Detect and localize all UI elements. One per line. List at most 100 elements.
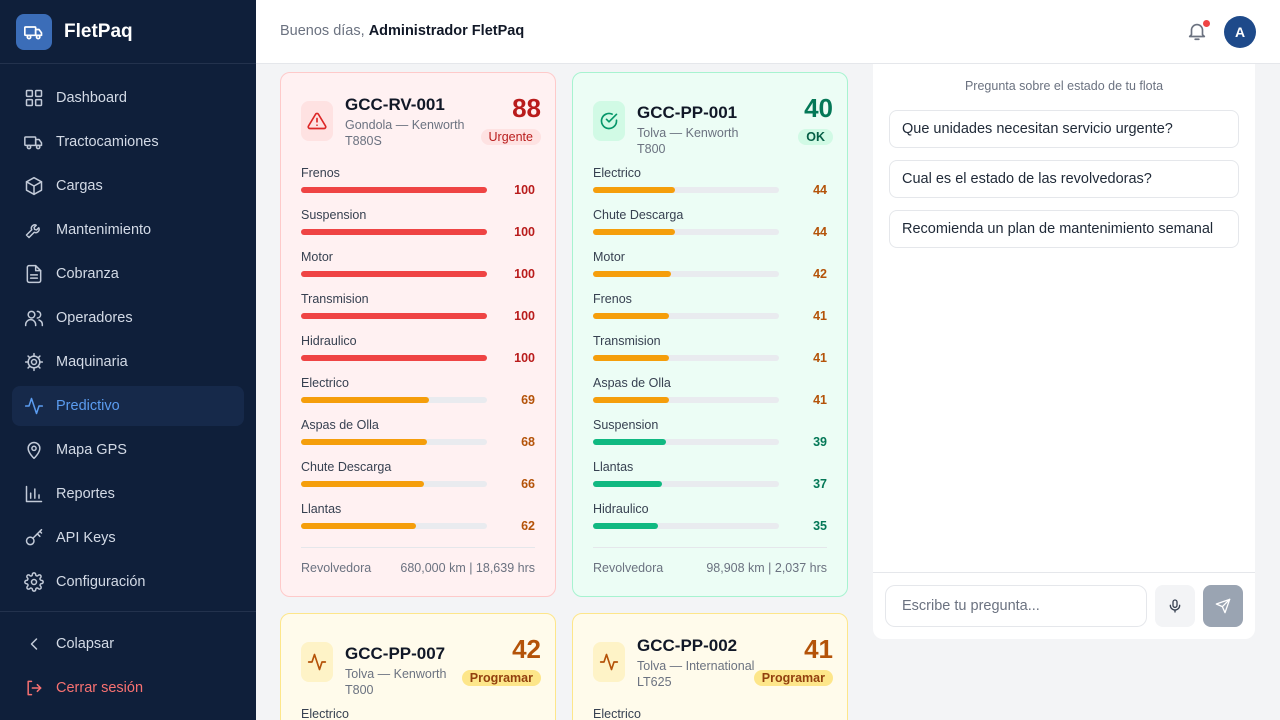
metric-name: Transmision xyxy=(301,292,369,306)
sidebar-item-maquinaria[interactable]: Maquinaria xyxy=(12,342,244,382)
send-icon xyxy=(1215,598,1231,614)
metric-row: Chute Descarga 66 xyxy=(301,460,535,502)
sidebar-item-dashboard[interactable]: Dashboard xyxy=(12,78,244,118)
metric-value: 44 xyxy=(813,225,827,239)
top-header: Buenos días, Administrador FletPaq A xyxy=(256,0,1280,64)
sidebar-item-mapa-gps[interactable]: Mapa GPS xyxy=(12,430,244,470)
metric-bar-fill xyxy=(593,355,670,361)
suggestion-button[interactable]: Cual es el estado de las revolvedoras? xyxy=(889,160,1239,198)
activity-icon xyxy=(301,642,333,682)
metric-name: Llantas xyxy=(593,460,634,474)
mic-icon xyxy=(1169,599,1181,613)
notification-dot xyxy=(1203,20,1210,27)
metric-bar-track xyxy=(593,313,779,319)
metric-bar-fill xyxy=(301,481,424,487)
sidebar-item-api-keys[interactable]: API Keys xyxy=(12,518,244,558)
metric-value: 69 xyxy=(521,393,535,407)
unit-card[interactable]: GCC-PP-007 Tolva — Kenworth T800 42 Program… xyxy=(280,613,556,720)
metric-bar-track xyxy=(301,271,487,277)
unit-id: GCC-PP-001 xyxy=(637,103,738,122)
check-circle-icon xyxy=(593,101,625,141)
unit-usage: 680,000 km | 18,639 hrs xyxy=(400,561,535,575)
unit-card[interactable]: GCC-PP-002 Tolva — International LT625 41 P… xyxy=(572,613,848,720)
metric-bar-fill xyxy=(301,229,487,235)
sidebar-item-configuracion[interactable]: Configuración xyxy=(12,562,244,602)
sidebar-footer: Colapsar Cerrar sesión xyxy=(0,611,256,712)
metric-bar-track xyxy=(593,187,779,193)
metric-bar-fill xyxy=(301,523,417,529)
user-name: Administrador FletPaq xyxy=(368,23,525,39)
unit-id: GCC-RV-001 xyxy=(345,95,445,114)
metric-name: Electrico xyxy=(593,707,641,720)
sidebar-item-label: Operadores xyxy=(56,310,133,326)
layout-grid-icon xyxy=(25,89,43,107)
chat-hint: Pregunta sobre el estado de tu flota xyxy=(964,79,1164,93)
metric-name: Motor xyxy=(301,250,333,264)
metric-value: 37 xyxy=(813,477,827,491)
metric-list: Electrico xyxy=(593,707,827,720)
sidebar-item-label: Mapa GPS xyxy=(56,442,127,458)
metric-row: Hidraulico 35 xyxy=(593,502,827,544)
metric-bar-fill xyxy=(301,439,428,445)
metric-value: 41 xyxy=(813,309,827,323)
metric-row: Aspas de Olla 68 xyxy=(301,418,535,460)
suggestion-button[interactable]: Que unidades necesitan servicio urgente? xyxy=(889,110,1239,148)
mic-button[interactable] xyxy=(1155,585,1195,627)
metric-value: 41 xyxy=(813,393,827,407)
metric-bar-fill xyxy=(593,271,672,277)
suggestion-button[interactable]: Recomienda un plan de mantenimiento sema… xyxy=(889,210,1239,248)
logout-icon xyxy=(27,680,42,696)
chevron-left-icon xyxy=(30,638,38,650)
sidebar-item-label: Predictivo xyxy=(56,398,120,414)
sidebar-item-label: Cobranza xyxy=(56,266,119,282)
metric-bar-fill xyxy=(301,397,430,403)
metric-row: Frenos 41 xyxy=(593,292,827,334)
sidebar-item-predictivo[interactable]: Predictivo xyxy=(12,386,244,426)
sidebar-item-label: Mantenimiento xyxy=(56,222,152,238)
metric-value: 68 xyxy=(521,435,535,449)
metric-bar-track xyxy=(301,313,487,319)
sidebar-item-reportes[interactable]: Reportes xyxy=(12,474,244,514)
avatar[interactable]: A xyxy=(1224,16,1256,48)
metric-bar-fill xyxy=(593,229,675,235)
metric-name: Transmision xyxy=(593,334,661,348)
metric-row: Llantas 37 xyxy=(593,460,827,502)
metric-bar-track xyxy=(301,229,487,235)
collapse-button[interactable]: Colapsar xyxy=(12,624,244,664)
sidebar-item-mantenimiento[interactable]: Mantenimiento xyxy=(12,210,244,250)
unit-card[interactable]: GCC-RV-001 Gondola — Kenworth T880S 88 Urge… xyxy=(280,72,556,597)
send-button[interactable] xyxy=(1203,585,1243,627)
metric-bar-track xyxy=(593,229,779,235)
sidebar-item-label: Maquinaria xyxy=(56,354,128,370)
metric-bar-track xyxy=(593,481,779,487)
chat-input[interactable] xyxy=(885,585,1147,627)
sidebar-item-cargas[interactable]: Cargas xyxy=(12,166,244,206)
metric-name: Motor xyxy=(593,250,625,264)
metric-bar-fill xyxy=(593,481,662,487)
sidebar-item-operadores[interactable]: Operadores xyxy=(12,298,244,338)
metric-name: Aspas de Olla xyxy=(301,418,379,432)
metric-value: 41 xyxy=(813,351,827,365)
unit-subtitle: Tolva — International LT625 xyxy=(637,659,755,689)
logout-button[interactable]: Cerrar sesión xyxy=(12,668,244,708)
activity-icon xyxy=(593,642,625,682)
sidebar-item-cobranza[interactable]: Cobranza xyxy=(12,254,244,294)
metric-value: 100 xyxy=(514,183,535,197)
risk-score: 88 xyxy=(512,93,541,123)
chat-panel: Pregunta sobre el estado de tu flota Que… xyxy=(873,64,1255,639)
metric-name: Electrico xyxy=(301,376,349,390)
metric-row: Hidraulico 100 xyxy=(301,334,535,376)
metric-row: Transmision 41 xyxy=(593,334,827,376)
metric-name: Frenos xyxy=(593,292,632,306)
card-divider xyxy=(301,547,535,548)
risk-score: 42 xyxy=(512,634,541,664)
logout-label: Cerrar sesión xyxy=(56,680,144,696)
metric-name: Hidraulico xyxy=(593,502,649,516)
metric-value: 100 xyxy=(514,351,535,365)
metric-row: Electrico 44 xyxy=(593,166,827,208)
metric-name: Electrico xyxy=(593,166,641,180)
metric-row: Motor 42 xyxy=(593,250,827,292)
unit-card[interactable]: GCC-PP-001 Tolva — Kenworth T800 40 OK Elect… xyxy=(572,72,848,597)
sidebar-item-tractocamiones[interactable]: Tractocamiones xyxy=(12,122,244,162)
metric-value: 100 xyxy=(514,267,535,281)
